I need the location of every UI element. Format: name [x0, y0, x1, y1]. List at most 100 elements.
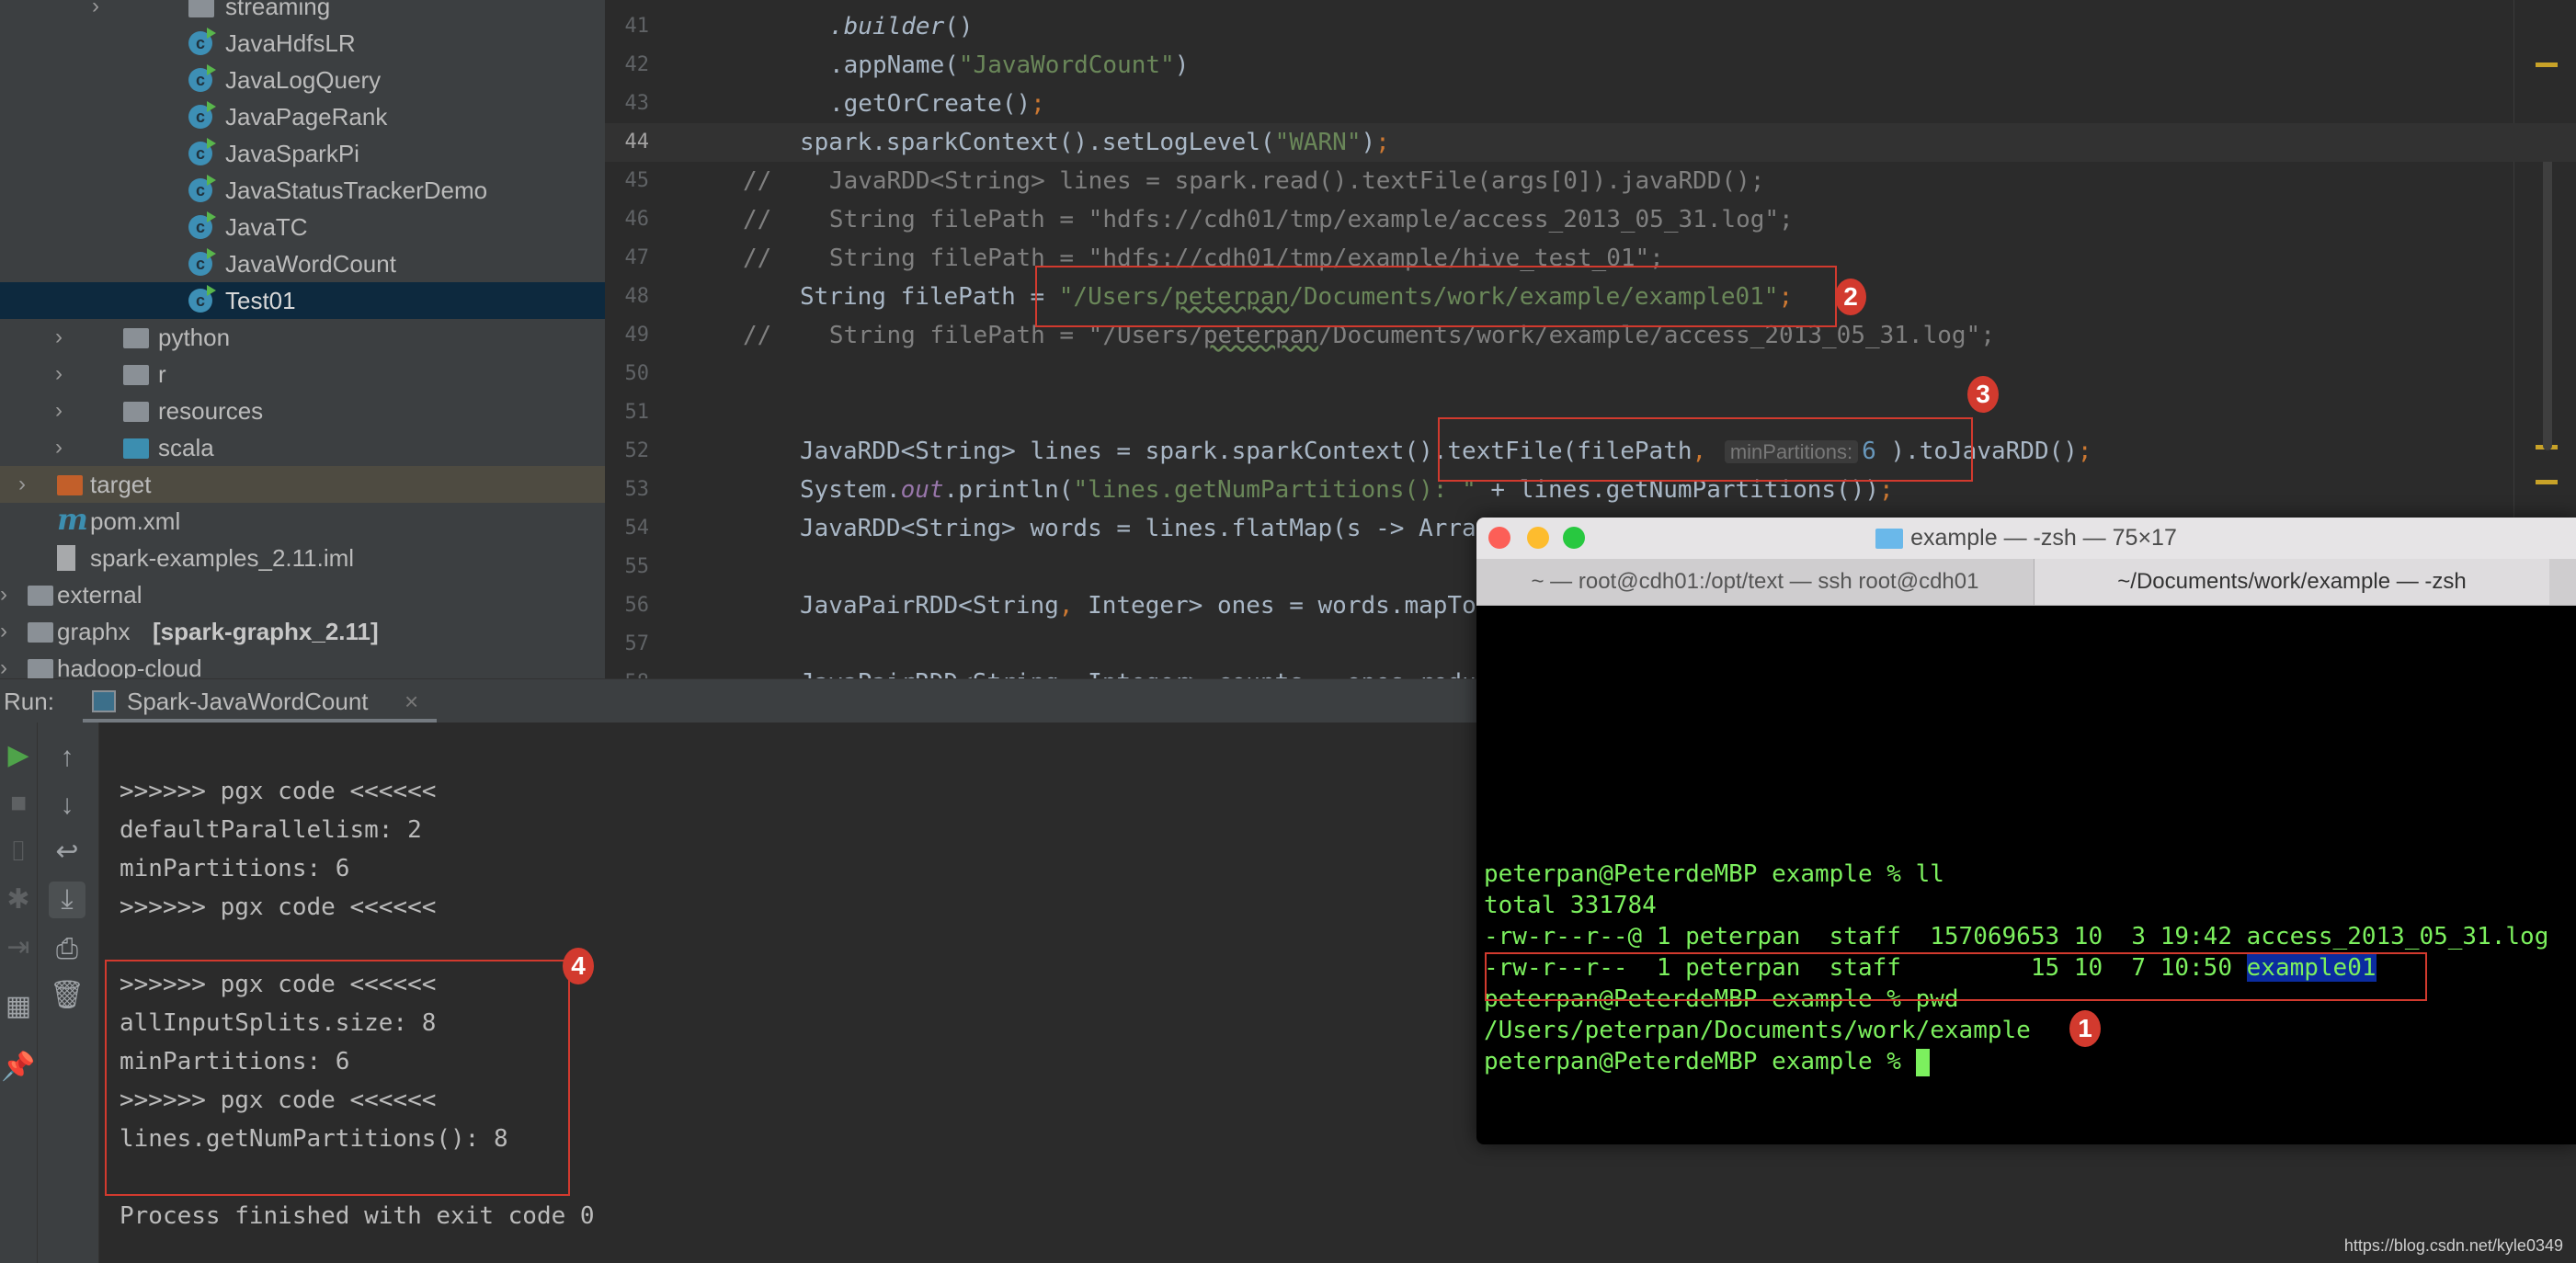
chevron-right-icon[interactable]: ›	[55, 356, 74, 393]
java-class-icon: c	[188, 285, 216, 313]
code-token: .appName(	[829, 51, 959, 79]
tree-item-label: target	[90, 471, 152, 498]
code-token: out	[900, 476, 944, 504]
tree-item-scala[interactable]: › scala	[0, 429, 605, 466]
resources-folder-icon	[123, 402, 149, 422]
terminal-line: -rw-r--r--@ 1 peterpan staff 157069653 1…	[1484, 921, 2548, 952]
chevron-right-icon[interactable]: ›	[0, 576, 18, 613]
print-icon[interactable]: ⎙	[49, 931, 85, 968]
tree-item-label: Test01	[225, 287, 296, 314]
tree-item-label: resources	[158, 397, 264, 425]
line-number: 49	[624, 324, 650, 347]
arrow-down-icon[interactable]: ↓	[49, 787, 85, 824]
debug-icon[interactable]: ✱	[0, 882, 37, 918]
soft-wrap-icon[interactable]: ↩	[49, 834, 85, 870]
tree-item-label: JavaTC	[225, 213, 308, 241]
tree-item-javastatustrackerdemo[interactable]: c JavaStatusTrackerDemo	[0, 172, 605, 209]
code-line[interactable]: .builder()	[829, 7, 974, 46]
code-token: ,	[1059, 669, 1088, 678]
code-token: ,	[1058, 592, 1089, 620]
terminal-window[interactable]: example — -zsh — 75×17 ~ — root@cdh01:/o…	[1476, 518, 2576, 1144]
tree-item-label: JavaHdfsLR	[225, 29, 356, 57]
line-number: 57	[624, 632, 650, 655]
console-line: defaultParallelism: 2	[120, 816, 422, 844]
terminal-line-text: -rw-r--r--@ 1 peterpan staff 157069653 1…	[1484, 923, 2549, 950]
tree-item-label: r	[158, 360, 166, 388]
chevron-right-icon[interactable]: ›	[18, 466, 37, 503]
folder-icon	[123, 328, 149, 348]
terminal-tab-zsh[interactable]: ~/Documents/work/example — -zsh	[2035, 559, 2549, 605]
run-console-toolbar: ↑ ↓ ↩ ⤓ ⎙ 🗑	[37, 723, 99, 1263]
folder-icon	[28, 659, 53, 678]
stop-icon[interactable]: ■	[0, 785, 37, 822]
tree-item-external[interactable]: › external	[0, 576, 605, 613]
chevron-right-icon[interactable]: ›	[55, 429, 74, 466]
terminal-line: /Users/peterpan/Documents/work/example	[1484, 1015, 2031, 1046]
tree-item-javapagerank[interactable]: c JavaPageRank	[0, 98, 605, 135]
java-class-icon: c	[188, 211, 216, 239]
scroll-to-end-icon[interactable]: ⤓	[49, 882, 85, 918]
terminal-title-bar[interactable]: example — -zsh — 75×17	[1476, 518, 2576, 560]
tree-item-hadoop-cloud[interactable]: › hadoop-cloud	[0, 650, 605, 678]
chevron-right-icon[interactable]: ›	[92, 0, 110, 25]
tree-item-label: scala	[158, 434, 214, 461]
code-token: )	[1361, 129, 1376, 156]
tree-item-javatc[interactable]: c JavaTC	[0, 209, 605, 245]
code-line[interactable]: .appName("JavaWordCount")	[829, 46, 1189, 85]
tree-item-graphx[interactable]: › graphx [spark-graphx_2.11]	[0, 613, 605, 650]
camera-icon[interactable]: ⌷	[0, 834, 37, 870]
line-number: 47	[624, 246, 650, 269]
terminal-tab-ssh[interactable]: ~ — root@cdh01:/opt/text — ssh root@cdh0…	[1476, 559, 2035, 605]
scrollbar-marker[interactable]	[2536, 480, 2558, 484]
login-icon[interactable]: ⇥	[0, 929, 37, 966]
code-token: ;	[2077, 438, 2092, 465]
tree-item-test01[interactable]: c Test01	[0, 282, 605, 319]
trash-icon[interactable]: 🗑	[49, 977, 85, 1014]
code-line[interactable]: // String filePath = "hdfs://cdh01/tmp/e…	[743, 200, 1794, 239]
tree-item-javalogquery[interactable]: c JavaLogQuery	[0, 62, 605, 98]
run-tab[interactable]: Spark-JavaWordCount ×	[83, 679, 437, 723]
code-line[interactable]: spark.sparkContext().setLogLevel("WARN")…	[800, 123, 1390, 162]
chevron-right-icon[interactable]: ›	[55, 319, 74, 356]
tree-item-python[interactable]: › python	[0, 319, 605, 356]
line-number: 54	[624, 517, 650, 540]
code-token: JavaPairRDD<String	[800, 592, 1059, 620]
code-token: ;	[1031, 90, 1045, 118]
tree-item-r[interactable]: › r	[0, 356, 605, 393]
tree-item-spark-examples-2-11-iml[interactable]: spark-examples_2.11.iml	[0, 540, 605, 576]
tree-item-javasparkpi[interactable]: c JavaSparkPi	[0, 135, 605, 172]
run-icon[interactable]: ▶	[0, 737, 37, 774]
tree-item-streaming[interactable]: › streaming	[0, 0, 605, 25]
code-token: ()	[944, 13, 974, 40]
pin-icon[interactable]: 📌	[0, 1049, 37, 1086]
tree-item-javahdfslr[interactable]: c JavaHdfsLR	[0, 25, 605, 62]
code-line[interactable]: // JavaRDD<String> lines = spark.read().…	[743, 162, 1764, 200]
tree-item-label: pom.xml	[90, 507, 181, 535]
watermark: https://blog.csdn.net/kyle0349	[2343, 1236, 2563, 1255]
java-class-icon: c	[188, 28, 216, 55]
terminal-line: peterpan@PeterdeMBP example % ll	[1484, 859, 1944, 890]
vertical-scrollbar[interactable]	[2543, 138, 2552, 450]
code-token: // String filePath = "hdfs://cdh01/tmp/e…	[743, 206, 1794, 233]
chevron-right-icon[interactable]: ›	[55, 393, 74, 429]
code-line[interactable]: .getOrCreate();	[829, 85, 1045, 123]
arrow-up-icon[interactable]: ↑	[49, 739, 85, 776]
tree-item-javawordcount[interactable]: c JavaWordCount	[0, 245, 605, 282]
java-class-icon: c	[188, 101, 216, 129]
code-token: )	[1174, 51, 1190, 79]
tree-item-target[interactable]: › target	[0, 466, 605, 503]
console-line: minPartitions: 6	[120, 855, 350, 882]
line-number: 42	[624, 53, 650, 76]
tree-item-resources[interactable]: › resources	[0, 393, 605, 429]
scrollbar-marker[interactable]	[2536, 63, 2558, 67]
annotation-box-1	[1485, 952, 2427, 1001]
chevron-right-icon[interactable]: ›	[0, 613, 18, 650]
tree-item-pom-xml[interactable]: m pom.xml	[0, 502, 605, 540]
tree-item-label: JavaStatusTrackerDemo	[225, 176, 488, 204]
layout-icon[interactable]: ▦	[0, 988, 37, 1025]
chevron-right-icon[interactable]: ›	[0, 650, 18, 678]
excluded-folder-icon	[57, 475, 83, 495]
terminal-line-text: total 331784	[1484, 892, 1657, 919]
close-tab-icon[interactable]: ×	[405, 679, 418, 723]
console-icon	[92, 690, 116, 712]
